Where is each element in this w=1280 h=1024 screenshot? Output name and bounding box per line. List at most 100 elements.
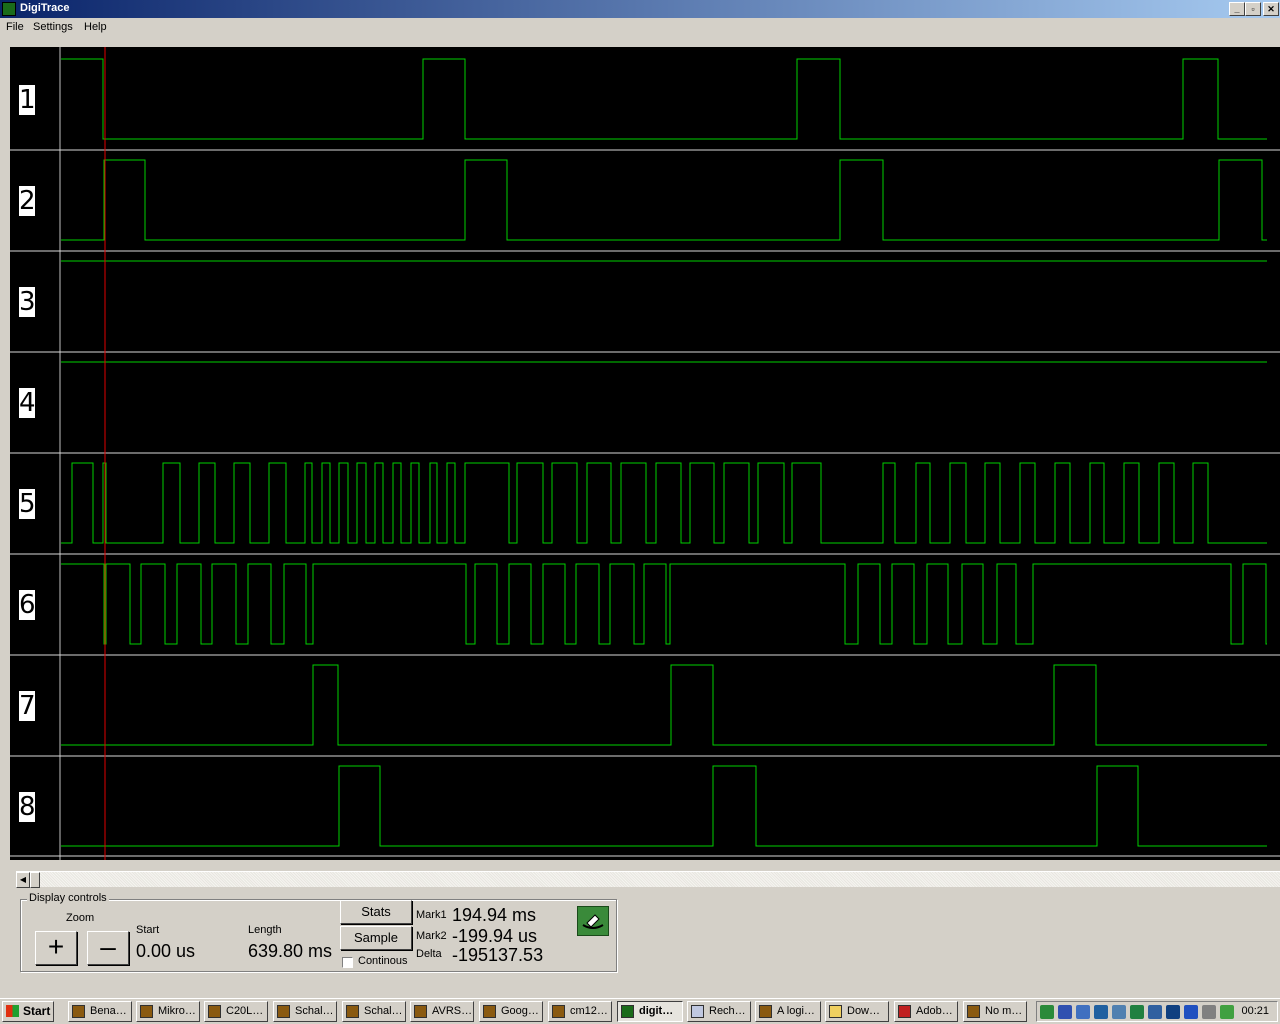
start-button[interactable]: Start <box>2 1001 54 1022</box>
menu-help[interactable]: Help <box>84 21 107 33</box>
task-label: No m… <box>985 1005 1023 1017</box>
sample-button[interactable]: Sample <box>340 926 412 950</box>
continuous-label: Continous <box>358 955 408 967</box>
system-tray: 00:21 <box>1036 1001 1278 1022</box>
clock: 00:21 <box>1241 1005 1269 1017</box>
tray-app-icon[interactable] <box>1130 1005 1144 1019</box>
window-icon <box>414 1005 427 1018</box>
mark2-value: -199.94 us <box>452 926 538 946</box>
capture-status-icon <box>577 906 609 936</box>
task-button[interactable]: Bena… <box>68 1001 132 1022</box>
task-label: AVRS… <box>432 1005 473 1017</box>
scroll-left-button[interactable]: ◀ <box>16 872 30 888</box>
channel-8-label: 8 <box>19 792 36 822</box>
monitor-icon[interactable] <box>1058 1005 1072 1019</box>
channel-2-waveform <box>61 159 1267 241</box>
menu-file[interactable]: File <box>6 21 24 33</box>
network-icon[interactable] <box>1040 1005 1054 1019</box>
task-button[interactable]: Schal… <box>342 1001 406 1022</box>
tray-app-icon[interactable] <box>1112 1005 1126 1019</box>
mark2-label: Mark2 <box>416 930 447 942</box>
windows-flag-icon <box>6 1005 19 1017</box>
length-value: 639.80 ms <box>248 941 333 961</box>
mark1-label: Mark1 <box>416 909 447 921</box>
taskbar: Start Bena… Mikro… C20L… Schal… Schal… A… <box>0 998 1280 1024</box>
channel-2-label: 2 <box>19 186 36 216</box>
window-icon <box>829 1005 842 1018</box>
window-icon <box>277 1005 290 1018</box>
window-icon <box>898 1005 911 1018</box>
channel-1-waveform <box>61 58 1267 140</box>
task-label: Mikro… <box>158 1005 196 1017</box>
task-button-active[interactable]: digit… <box>617 1001 683 1022</box>
channel-7-waveform <box>61 664 1267 746</box>
task-button[interactable]: Dow… <box>825 1001 889 1022</box>
window-icon <box>72 1005 85 1018</box>
trace-display[interactable]: 1 2 3 4 5 6 7 8 <box>10 47 1280 860</box>
minimize-button[interactable]: _ <box>1229 2 1245 16</box>
task-button[interactable]: Goog… <box>479 1001 543 1022</box>
channel-5-label: 5 <box>19 489 36 519</box>
task-label: Goog… <box>501 1005 539 1017</box>
tray-app-icon[interactable] <box>1220 1005 1234 1019</box>
task-label: cm12… <box>570 1005 608 1017</box>
scroll-thumb[interactable] <box>30 872 40 888</box>
task-label: Schal… <box>295 1005 334 1017</box>
task-button[interactable]: Adob… <box>894 1001 958 1022</box>
task-button[interactable]: Rech… <box>687 1001 751 1022</box>
mark1-value: 194.94 ms <box>452 905 537 925</box>
channel-3-label: 3 <box>19 287 36 317</box>
zoom-label: Zoom <box>66 912 95 924</box>
start-label: Start <box>23 1004 51 1018</box>
tray-app-icon[interactable] <box>1166 1005 1180 1019</box>
channel-8-waveform <box>61 765 1267 847</box>
task-button[interactable]: Schal… <box>273 1001 337 1022</box>
start-label: Start <box>136 924 160 936</box>
display-controls-title: Display controls <box>27 892 109 904</box>
tray-app-icon[interactable] <box>1202 1005 1216 1019</box>
window-icon <box>346 1005 359 1018</box>
channel-6-label: 6 <box>19 590 36 620</box>
start-value: 0.00 us <box>136 941 196 961</box>
zoom-in-button[interactable]: + <box>35 931 77 965</box>
window-icon <box>759 1005 772 1018</box>
length-label: Length <box>248 924 282 936</box>
task-button[interactable]: cm12… <box>548 1001 612 1022</box>
maximize-button[interactable]: ▫ <box>1245 2 1261 16</box>
close-button[interactable]: ✕ <box>1263 2 1279 16</box>
task-button[interactable]: AVRS… <box>410 1001 474 1022</box>
task-label: Dow… <box>847 1005 881 1017</box>
channel-1-label: 1 <box>19 85 36 115</box>
app-icon[interactable] <box>2 2 16 16</box>
task-label: Adob… <box>916 1005 953 1017</box>
task-button[interactable]: A logi… <box>755 1001 821 1022</box>
menu-settings[interactable]: Settings <box>33 21 73 33</box>
task-label: C20L… <box>226 1005 264 1017</box>
window-icon <box>552 1005 565 1018</box>
tray-app-icon[interactable] <box>1148 1005 1162 1019</box>
zoom-out-button[interactable]: – <box>87 931 129 965</box>
trace-canvas[interactable] <box>10 47 1280 860</box>
capture-status-glyph <box>582 914 604 929</box>
tray-app-icon[interactable] <box>1076 1005 1090 1019</box>
delta-label: Delta <box>416 948 442 960</box>
task-label: Schal… <box>364 1005 403 1017</box>
channel-6-waveform <box>61 563 1267 645</box>
window-icon <box>208 1005 221 1018</box>
window-icon <box>691 1005 704 1018</box>
task-button[interactable]: No m… <box>963 1001 1027 1022</box>
menu-bar: File Settings Help <box>0 18 1280 38</box>
window-icon <box>967 1005 980 1018</box>
task-button[interactable]: Mikro… <box>136 1001 200 1022</box>
window-icon <box>621 1005 634 1018</box>
stats-button[interactable]: Stats <box>340 900 412 924</box>
window-icon <box>483 1005 496 1018</box>
tray-app-icon[interactable] <box>1094 1005 1108 1019</box>
task-button[interactable]: C20L… <box>204 1001 268 1022</box>
channel-7-label: 7 <box>19 691 36 721</box>
continuous-checkbox[interactable] <box>342 957 353 968</box>
horizontal-scrollbar[interactable]: ◀ <box>16 871 1280 888</box>
window-title: DigiTrace <box>20 2 70 14</box>
shield-icon[interactable] <box>1184 1005 1198 1019</box>
channel-4-label: 4 <box>19 388 36 418</box>
